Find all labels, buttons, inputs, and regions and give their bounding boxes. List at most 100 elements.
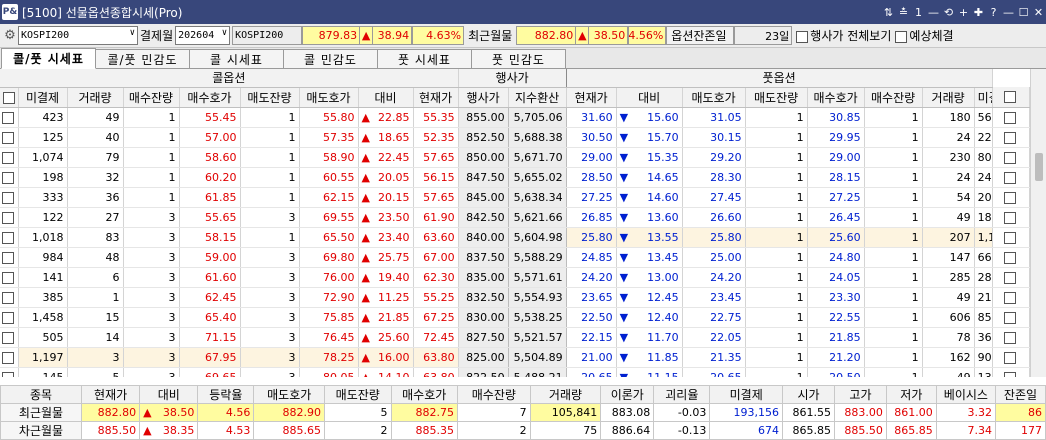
checkbox-icon[interactable] <box>1003 311 1016 324</box>
strike-all-toggle[interactable]: 행사가 전체보기 <box>796 27 891 44</box>
row-checkbox[interactable] <box>0 187 19 208</box>
checkbox-icon[interactable] <box>1 231 14 244</box>
window-control-icon[interactable]: ⇅ <box>881 6 896 19</box>
row-checkbox[interactable] <box>992 227 1031 248</box>
option-row[interactable]: 198 32 1 60.20 1 60.55 ▲ 20.05 56.15 847.50 5,655.… <box>0 167 1031 188</box>
call-col-header[interactable]: 미결제 <box>18 87 68 108</box>
checkbox-icon[interactable] <box>1 311 14 324</box>
call-col-header[interactable]: 매도잔량 <box>240 87 300 108</box>
row-checkbox[interactable] <box>0 287 19 308</box>
put-col-header[interactable]: 매수잔량 <box>864 87 923 108</box>
call-col-header[interactable]: 매수호가 <box>179 87 241 108</box>
strike-col-header[interactable]: 지수환산 <box>508 87 567 108</box>
option-row[interactable]: 122 27 3 55.65 3 69.55 ▲ 23.50 61.90 842.50 5,621.… <box>0 207 1031 228</box>
row-checkbox[interactable] <box>0 227 19 248</box>
row-checkbox[interactable] <box>0 307 19 328</box>
option-row[interactable]: 1,074 79 1 58.60 1 58.90 ▲ 22.45 57.65 850.00 5,67… <box>0 147 1031 168</box>
checkbox-icon[interactable] <box>1003 331 1016 344</box>
option-row[interactable]: 333 36 1 61.85 1 62.15 ▲ 20.15 57.65 845.00 5,638.… <box>0 187 1031 208</box>
put-col-header[interactable]: 매도잔량 <box>745 87 808 108</box>
window-control-icon[interactable]: ? <box>986 6 1001 19</box>
underlying-select[interactable]: KOSPI200 ∨ <box>18 26 138 45</box>
window-control-icon[interactable]: ☐ <box>1016 6 1031 19</box>
call-col-header[interactable]: 대비 <box>358 87 414 108</box>
row-checkbox[interactable] <box>992 367 1031 377</box>
row-checkbox[interactable] <box>992 347 1031 368</box>
tab-4[interactable]: 풋 시세표 <box>377 49 472 68</box>
option-row[interactable]: 145 5 3 69.65 3 80.05 ▲ 14.10 63.80 822.50 5,488.2… <box>0 367 1031 377</box>
row-checkbox[interactable] <box>992 107 1031 128</box>
checkbox-icon[interactable] <box>1 371 14 377</box>
row-checkbox[interactable] <box>0 107 19 128</box>
put-col-header[interactable]: 미결제 <box>974 87 993 108</box>
expected-toggle[interactable]: 예상체결 <box>895 27 954 44</box>
window-control-icon[interactable]: ⟲ <box>941 6 956 19</box>
row-checkbox[interactable] <box>992 207 1031 228</box>
row-checkbox[interactable] <box>992 127 1031 148</box>
window-control-icon[interactable]: ≛ <box>896 6 911 19</box>
scroll-thumb[interactable] <box>1035 153 1043 181</box>
summary-row[interactable]: 최근월물 882.80 ▲ 38.50 4.56 882.90 5 882.75 7 105,84… <box>0 403 1046 422</box>
call-col-header[interactable]: 매수잔량 <box>123 87 180 108</box>
checkbox-icon[interactable] <box>1 271 14 284</box>
window-control-icon[interactable]: ✕ <box>1031 6 1046 19</box>
option-row[interactable]: 1,197 3 3 67.95 3 78.25 ▲ 16.00 63.80 825.00 5,504… <box>0 347 1031 368</box>
checkbox-icon[interactable] <box>1003 211 1016 224</box>
row-checkbox[interactable] <box>992 287 1031 308</box>
checkbox-icon[interactable] <box>1 151 14 164</box>
window-control-icon[interactable]: — <box>1001 6 1016 19</box>
checkbox-icon[interactable] <box>1003 371 1016 377</box>
put-col-header[interactable]: 거래량 <box>922 87 975 108</box>
row-checkbox[interactable] <box>0 247 19 268</box>
select-all-checkbox[interactable] <box>0 87 19 108</box>
call-col-header[interactable]: 거래량 <box>67 87 124 108</box>
checkbox-icon[interactable] <box>796 31 809 43</box>
row-checkbox[interactable] <box>992 327 1031 348</box>
checkbox-icon[interactable] <box>1 251 14 264</box>
strike-col-header[interactable]: 행사가 <box>458 87 509 108</box>
checkbox-icon[interactable] <box>1003 171 1016 184</box>
checkbox-icon[interactable] <box>1003 91 1016 104</box>
option-row[interactable]: 1,458 15 3 65.40 3 75.85 ▲ 21.85 67.25 830.00 5,53… <box>0 307 1031 328</box>
checkbox-icon[interactable] <box>1003 251 1016 264</box>
window-control-icon[interactable]: — <box>926 6 941 19</box>
row-checkbox[interactable] <box>0 127 19 148</box>
select-all-checkbox[interactable] <box>992 87 1031 108</box>
option-row[interactable]: 1,018 83 3 58.15 1 65.50 ▲ 23.40 63.60 840.00 5,60… <box>0 227 1031 248</box>
checkbox-icon[interactable] <box>1 351 14 364</box>
put-col-header[interactable]: 매수호가 <box>807 87 865 108</box>
checkbox-icon[interactable] <box>1003 191 1016 204</box>
row-checkbox[interactable] <box>992 167 1031 188</box>
row-checkbox[interactable] <box>0 367 19 377</box>
window-controls[interactable]: ⇅ ≛ 1— ⟲ + ✚? — ☐ ✕ <box>881 6 1046 19</box>
put-col-header[interactable]: 현재가 <box>566 87 617 108</box>
checkbox-icon[interactable] <box>1 291 14 304</box>
window-control-icon[interactable]: ✚ <box>971 6 986 19</box>
checkbox-icon[interactable] <box>1 191 14 204</box>
tab-1[interactable]: 콜/풋 민감도 <box>95 49 190 68</box>
checkbox-icon[interactable] <box>1003 151 1016 164</box>
settle-month-select[interactable]: 202604 ∨ <box>175 26 231 45</box>
checkbox-icon[interactable] <box>1003 111 1016 124</box>
window-control-icon[interactable]: 1 <box>911 6 926 19</box>
row-checkbox[interactable] <box>992 307 1031 328</box>
call-col-header[interactable]: 현재가 <box>413 87 459 108</box>
row-checkbox[interactable] <box>992 147 1031 168</box>
option-row[interactable]: 385 1 3 62.45 3 72.90 ▲ 11.25 55.25 832.50 5,554.9… <box>0 287 1031 308</box>
row-checkbox[interactable] <box>0 267 19 288</box>
option-row[interactable]: 984 48 3 59.00 3 69.80 ▲ 25.75 67.00 837.50 5,588.… <box>0 247 1031 268</box>
checkbox-icon[interactable] <box>3 91 15 104</box>
call-col-header[interactable]: 매도호가 <box>299 87 359 108</box>
option-row[interactable]: 141 6 3 61.60 3 76.00 ▲ 19.40 62.30 835.00 5,571.6… <box>0 267 1031 288</box>
tab-0[interactable]: 콜/풋 시세표 <box>1 48 96 69</box>
checkbox-icon[interactable] <box>1 331 14 344</box>
row-checkbox[interactable] <box>0 167 19 188</box>
option-row[interactable]: 505 14 3 71.15 3 76.45 ▲ 25.60 72.45 827.50 5,521.… <box>0 327 1031 348</box>
tab-5[interactable]: 풋 민감도 <box>471 49 566 68</box>
checkbox-icon[interactable] <box>895 31 908 43</box>
checkbox-icon[interactable] <box>1003 351 1016 364</box>
checkbox-icon[interactable] <box>1003 291 1016 304</box>
checkbox-icon[interactable] <box>1 111 14 124</box>
checkbox-icon[interactable] <box>1003 271 1016 284</box>
tab-2[interactable]: 콜 시세표 <box>189 49 284 68</box>
